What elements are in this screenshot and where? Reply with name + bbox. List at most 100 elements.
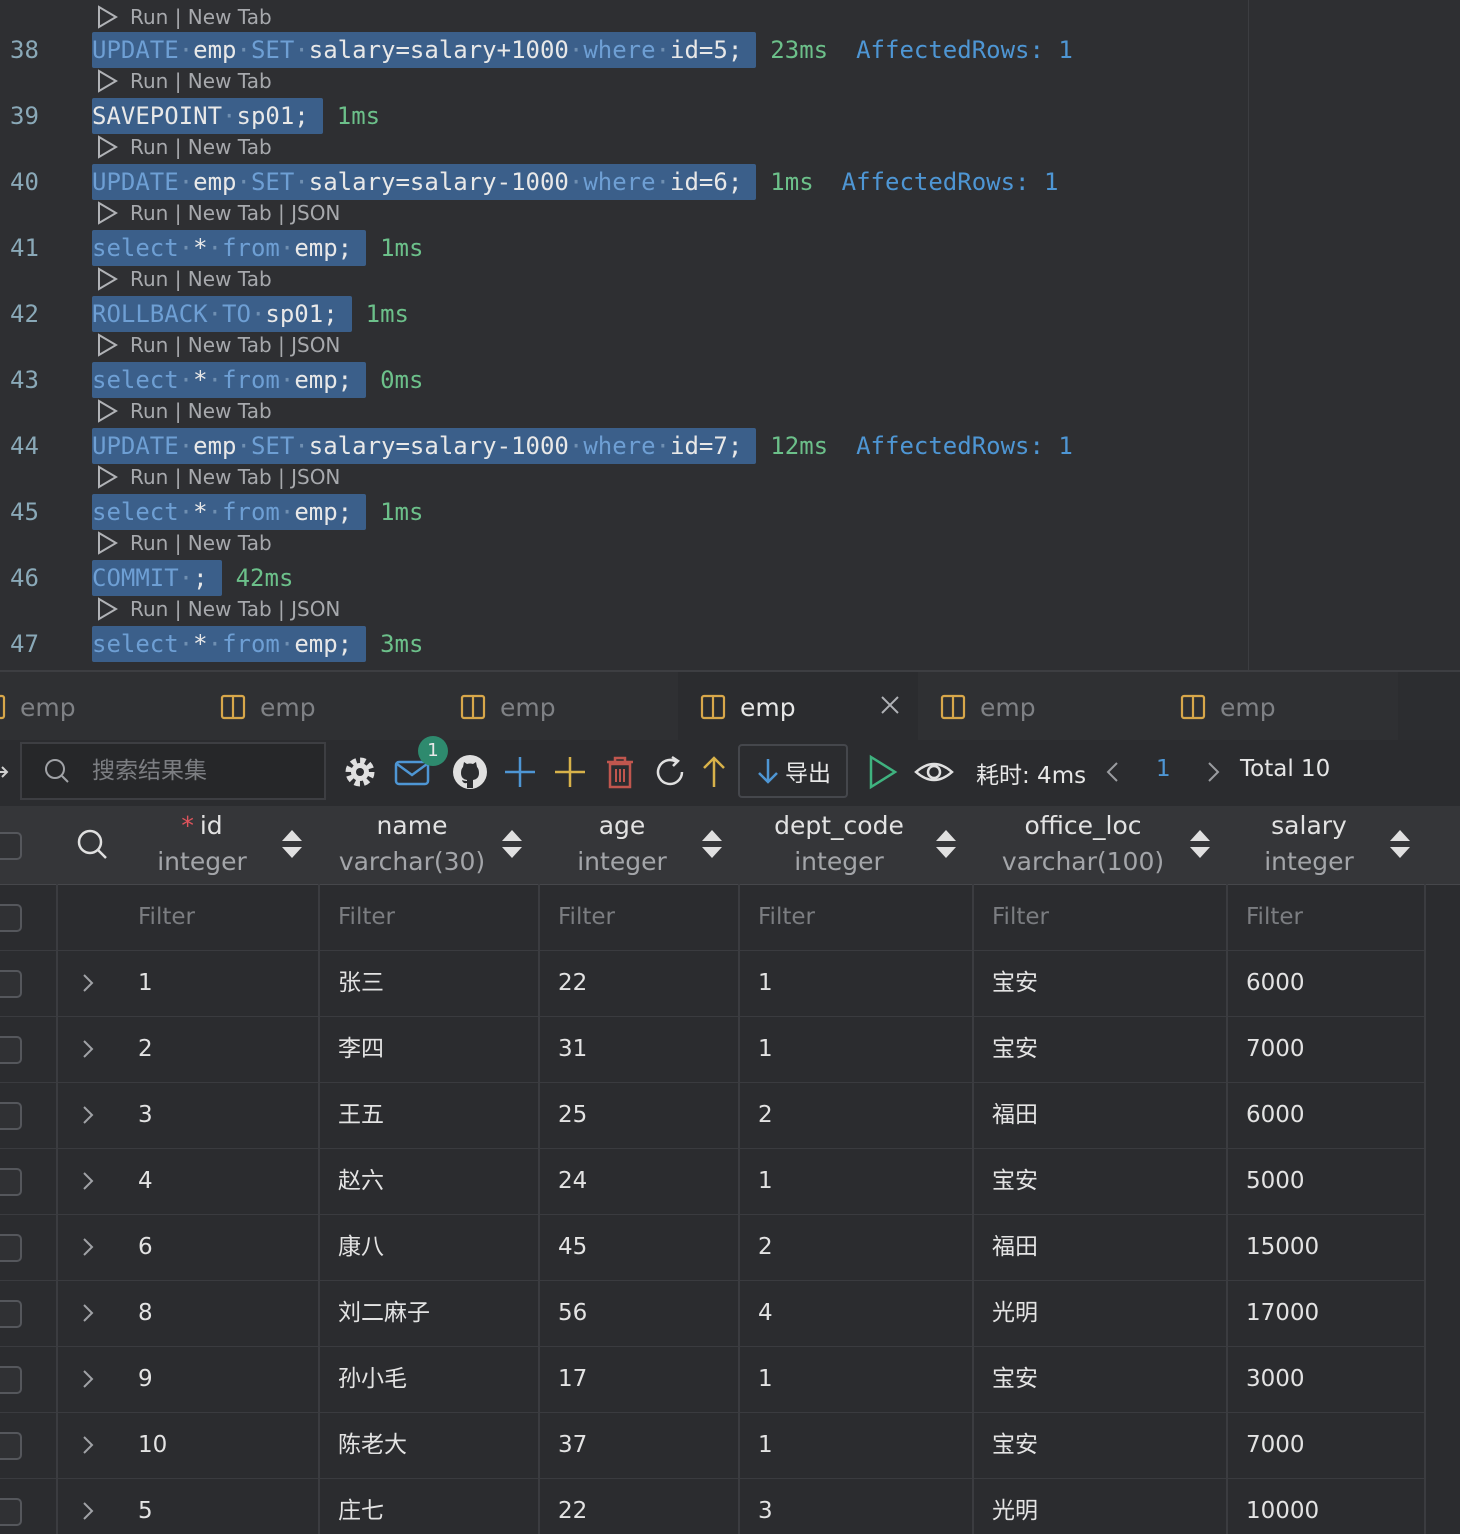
- executed-statement[interactable]: select·*·from·emp;: [92, 230, 367, 266]
- arrow-right-icon[interactable]: [0, 760, 10, 784]
- codelens-label[interactable]: Run | New Tab | JSON: [130, 198, 340, 228]
- table-cell[interactable]: 宝安: [974, 1412, 1228, 1478]
- sort-icon[interactable]: [500, 826, 524, 862]
- codelens-label[interactable]: Run | New Tab | JSON: [130, 594, 340, 624]
- page-number[interactable]: 1: [1156, 756, 1171, 782]
- row-checkbox[interactable]: [0, 1300, 22, 1328]
- gear-icon[interactable]: [342, 754, 378, 790]
- column-header-age[interactable]: age integer: [544, 806, 700, 884]
- close-icon[interactable]: [878, 693, 902, 717]
- codelens[interactable]: Run | New Tab: [96, 132, 272, 162]
- table-cell[interactable]: 37: [540, 1412, 740, 1478]
- column-header-dept-code[interactable]: dept_code integer: [744, 806, 934, 884]
- codelens[interactable]: Run | New Tab | JSON: [96, 198, 340, 228]
- table-cell[interactable]: 5: [120, 1478, 320, 1534]
- table-cell[interactable]: 1: [740, 1016, 974, 1082]
- row-checkbox[interactable]: [0, 1168, 22, 1196]
- table-cell[interactable]: 7000: [1228, 1412, 1426, 1478]
- codelens[interactable]: Run | New Tab: [96, 2, 272, 32]
- filter-row[interactable]: Filter Filter Filter Filter Filter Filter: [0, 884, 1460, 950]
- prev-page-icon[interactable]: [1102, 754, 1124, 790]
- table-cell[interactable]: 31: [540, 1016, 740, 1082]
- table-cell[interactable]: 2: [740, 1082, 974, 1148]
- chevron-right-icon[interactable]: [80, 1170, 96, 1192]
- sql-editor[interactable]: Run | New Tab 38 UPDATE·emp·SET·salary=sal…: [0, 0, 1460, 670]
- refresh-icon[interactable]: [652, 754, 688, 790]
- table-cell[interactable]: 24: [540, 1148, 740, 1214]
- run-icon[interactable]: [96, 597, 118, 621]
- codelens[interactable]: Run | New Tab: [96, 66, 272, 96]
- tab-emp-3[interactable]: emp: [438, 672, 678, 742]
- table-cell[interactable]: 2: [740, 1214, 974, 1280]
- executed-statement[interactable]: UPDATE·emp·SET·salary=salary-1000·where·…: [92, 164, 757, 200]
- delete-icon[interactable]: [602, 754, 638, 790]
- search-results-box[interactable]: [20, 742, 326, 800]
- table-cell[interactable]: 22: [540, 1478, 740, 1534]
- table-row[interactable]: 2 李四 31 1 宝安 7000: [0, 1016, 1460, 1082]
- sort-icon[interactable]: [1188, 826, 1212, 862]
- table-cell[interactable]: 2: [120, 1016, 320, 1082]
- table-cell[interactable]: 庄七: [320, 1478, 540, 1534]
- run-icon[interactable]: [96, 399, 118, 423]
- table-cell[interactable]: 9: [120, 1346, 320, 1412]
- next-page-icon[interactable]: [1202, 754, 1224, 790]
- table-cell[interactable]: 17: [540, 1346, 740, 1412]
- table-cell[interactable]: 22: [540, 950, 740, 1016]
- table-row[interactable]: 8 刘二麻子 56 4 光明 17000: [0, 1280, 1460, 1346]
- sort-icon[interactable]: [280, 826, 304, 862]
- table-cell[interactable]: 25: [540, 1082, 740, 1148]
- executed-statement[interactable]: select·*·from·emp;: [92, 362, 367, 398]
- codelens[interactable]: Run | New Tab | JSON: [96, 462, 340, 492]
- executed-statement[interactable]: COMMIT·;: [92, 560, 222, 596]
- codelens-label[interactable]: Run | New Tab | JSON: [130, 462, 340, 492]
- codelens-label[interactable]: Run | New Tab: [130, 2, 272, 32]
- table-cell[interactable]: 宝安: [974, 1346, 1228, 1412]
- table-cell[interactable]: 赵六: [320, 1148, 540, 1214]
- table-cell[interactable]: 福田: [974, 1082, 1228, 1148]
- executed-statement[interactable]: SAVEPOINT·sp01;: [92, 98, 323, 134]
- table-row[interactable]: 6 康八 45 2 福田 15000: [0, 1214, 1460, 1280]
- executed-statement[interactable]: UPDATE·emp·SET·salary=salary-1000·where·…: [92, 428, 757, 464]
- row-checkbox[interactable]: [0, 1366, 22, 1394]
- table-cell[interactable]: 15000: [1228, 1214, 1426, 1280]
- table-cell[interactable]: 孙小毛: [320, 1346, 540, 1412]
- executed-statement[interactable]: select·*·from·emp;: [92, 494, 367, 530]
- run-icon[interactable]: [96, 5, 118, 29]
- run-icon[interactable]: [96, 465, 118, 489]
- search-results-input[interactable]: [90, 757, 314, 785]
- codelens-label[interactable]: Run | New Tab: [130, 396, 272, 426]
- table-row[interactable]: 1 张三 22 1 宝安 6000: [0, 950, 1460, 1016]
- table-row[interactable]: 9 孙小毛 17 1 宝安 3000: [0, 1346, 1460, 1412]
- export-button[interactable]: 导出: [738, 744, 848, 798]
- column-header-id[interactable]: * id integer: [124, 806, 280, 884]
- executed-statement[interactable]: UPDATE·emp·SET·salary=salary+1000·where·…: [92, 32, 757, 68]
- chevron-right-icon[interactable]: [80, 972, 96, 994]
- run-icon[interactable]: [96, 531, 118, 555]
- table-row[interactable]: 5 庄七 22 3 光明 10000: [0, 1478, 1460, 1534]
- tab-emp-5[interactable]: emp: [918, 672, 1158, 742]
- table-cell[interactable]: 福田: [974, 1214, 1228, 1280]
- table-cell[interactable]: 10000: [1228, 1478, 1426, 1534]
- select-all-checkbox[interactable]: [0, 832, 22, 860]
- github-icon[interactable]: [452, 754, 488, 790]
- tab-emp-4[interactable]: emp: [678, 672, 918, 742]
- insert-row-icon[interactable]: [552, 754, 588, 790]
- table-cell[interactable]: 4: [120, 1148, 320, 1214]
- codelens-label[interactable]: Run | New Tab: [130, 66, 272, 96]
- table-cell[interactable]: 康八: [320, 1214, 540, 1280]
- row-checkbox[interactable]: [0, 1102, 22, 1130]
- filter-input[interactable]: Filter: [320, 884, 540, 950]
- filter-input[interactable]: Filter: [120, 884, 320, 950]
- table-cell[interactable]: 45: [540, 1214, 740, 1280]
- table-cell[interactable]: 宝安: [974, 1016, 1228, 1082]
- table-cell[interactable]: 李四: [320, 1016, 540, 1082]
- table-cell[interactable]: 1: [740, 1346, 974, 1412]
- column-header-office-loc[interactable]: office_loc varchar(100): [978, 806, 1188, 884]
- chevron-right-icon[interactable]: [80, 1368, 96, 1390]
- row-checkbox[interactable]: [0, 1234, 22, 1262]
- sort-icon[interactable]: [700, 826, 724, 862]
- row-checkbox[interactable]: [0, 1432, 22, 1460]
- table-cell[interactable]: 1: [740, 950, 974, 1016]
- eye-icon[interactable]: [914, 754, 954, 790]
- table-cell[interactable]: 刘二麻子: [320, 1280, 540, 1346]
